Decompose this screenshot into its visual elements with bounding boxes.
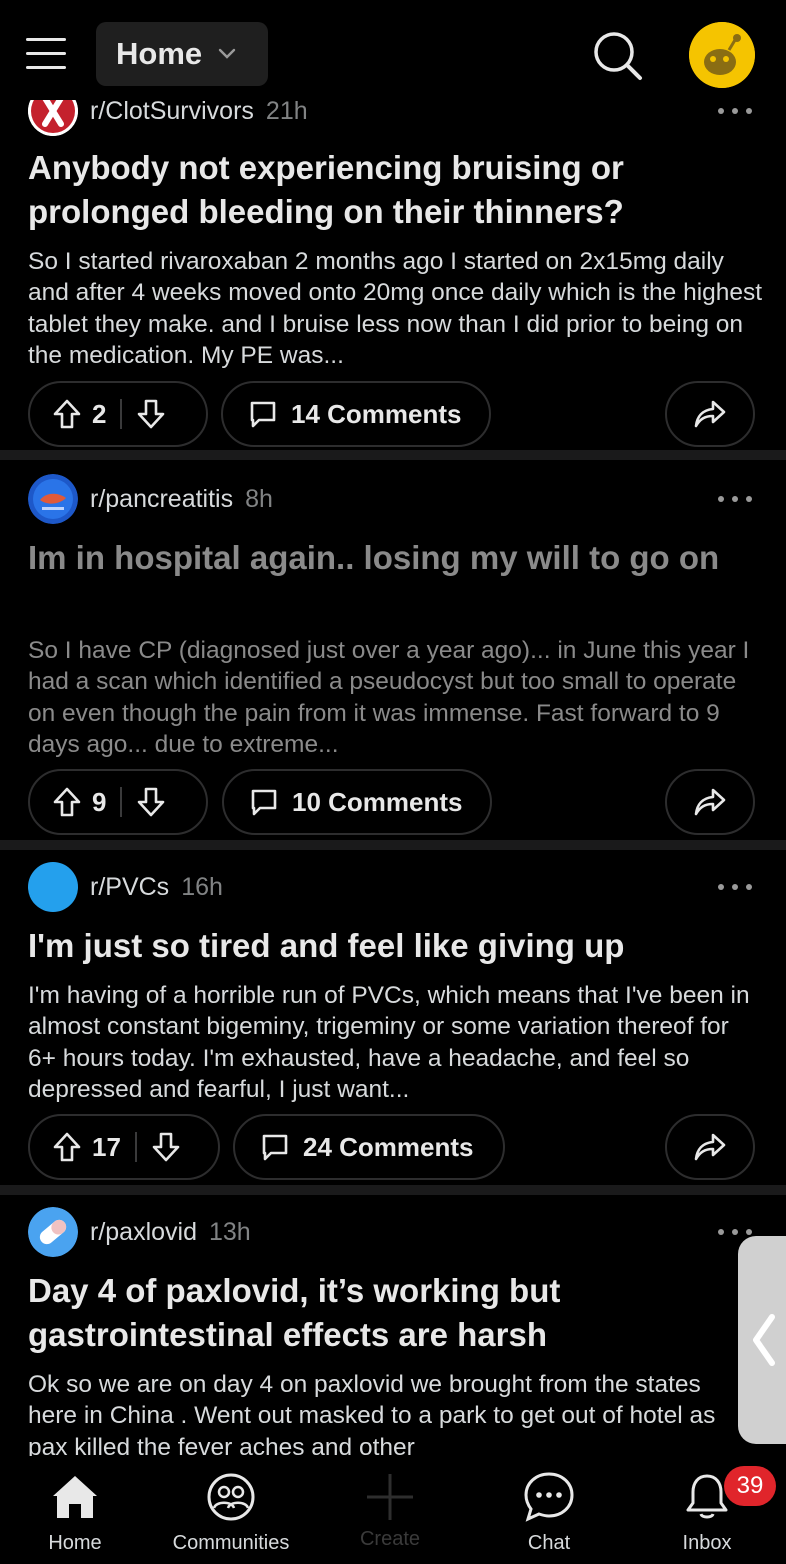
more-options-icon[interactable] [718, 877, 752, 897]
post-body[interactable]: So I have CP (diagnosed just over a year… [28, 635, 763, 761]
chevron-down-icon [218, 48, 236, 59]
post-body[interactable]: I'm having of a horrible run of PVCs, wh… [28, 980, 763, 1106]
comment-icon [250, 401, 276, 428]
share-icon [694, 788, 726, 816]
post-meta: r/pancreatitis 8h [28, 474, 273, 524]
feed-selector-label: Home [116, 36, 203, 71]
post-time: 8h [245, 484, 273, 513]
subreddit-name[interactable]: r/pancreatitis [90, 485, 233, 514]
tab-label: Inbox [682, 1532, 732, 1554]
post-card[interactable]: r/ClotSurvivors 21h Anybody not experien… [0, 86, 786, 460]
vote-bar: 2 [28, 381, 208, 447]
menu-icon[interactable] [26, 38, 66, 70]
more-options-icon[interactable] [718, 101, 752, 121]
share-icon [694, 1133, 726, 1161]
comments-button[interactable]: 14 Comments [221, 381, 491, 447]
post-title[interactable]: Anybody not experiencing bruising or pro… [28, 146, 758, 234]
subreddit-name[interactable]: r/ClotSurvivors [90, 97, 254, 126]
tab-label: Chat [527, 1532, 571, 1554]
post-card[interactable]: r/pancreatitis 8h Im in hospital again..… [0, 460, 786, 850]
vote-bar: 9 [28, 769, 208, 835]
communities-icon [207, 1473, 255, 1521]
share-button[interactable] [665, 381, 755, 447]
inbox-badge: 39 [724, 1466, 776, 1506]
tab-home[interactable]: Home [0, 1470, 150, 1560]
vote-divider [120, 399, 123, 429]
comment-count: 24 Comments [303, 1131, 474, 1162]
comment-icon [262, 1134, 288, 1161]
upvote-icon[interactable] [52, 398, 82, 430]
subreddit-icon[interactable] [28, 474, 78, 524]
upvote-icon[interactable] [52, 1131, 82, 1163]
post-body[interactable]: Ok so we are on day 4 on paxlovid we bro… [28, 1369, 728, 1463]
tab-create[interactable]: Create [315, 1470, 465, 1560]
post-time: 13h [209, 1217, 251, 1246]
downvote-icon[interactable] [136, 786, 166, 818]
plus-icon [367, 1474, 413, 1520]
chat-icon [524, 1472, 574, 1522]
subreddit-name[interactable]: r/PVCs [90, 873, 169, 902]
share-button[interactable] [665, 1114, 755, 1180]
bottom-tab-bar: Home Communities Create Chat Inbox 39 [0, 1456, 786, 1564]
chevron-left-icon [753, 1314, 775, 1366]
tab-label: Create [359, 1528, 421, 1550]
more-options-icon[interactable] [718, 489, 752, 509]
post-body[interactable]: So I started rivaroxaban 2 months ago I … [28, 246, 763, 372]
post-title[interactable]: Im in hospital again.. losing my will to… [28, 536, 758, 580]
comments-button[interactable]: 10 Comments [222, 769, 492, 835]
share-icon [694, 400, 726, 428]
downvote-icon[interactable] [136, 398, 166, 430]
post-time: 21h [265, 96, 308, 125]
post-card[interactable]: r/paxlovid 13h Day 4 of paxlovid, it’s w… [0, 1195, 786, 1465]
post-time: 16h [181, 872, 223, 901]
post-title[interactable]: I'm just so tired and feel like giving u… [28, 924, 758, 968]
avatar[interactable] [689, 22, 755, 88]
tab-communities[interactable]: Communities [156, 1470, 306, 1560]
top-bar: Home [0, 0, 786, 100]
vote-divider [134, 1132, 137, 1162]
post-meta: r/paxlovid 13h [28, 1207, 251, 1257]
home-icon [53, 1476, 97, 1518]
vote-bar: 17 [28, 1114, 220, 1180]
tab-label: Communities [172, 1532, 290, 1554]
post-card[interactable]: r/PVCs 16h I'm just so tired and feel li… [0, 850, 786, 1195]
upvote-icon[interactable] [52, 786, 82, 818]
comments-button[interactable]: 24 Comments [233, 1114, 505, 1180]
tab-label: Home [48, 1532, 102, 1554]
post-meta: r/PVCs 16h [28, 862, 223, 912]
downvote-icon[interactable] [151, 1131, 181, 1163]
vote-divider [120, 787, 123, 817]
side-drawer-handle[interactable] [738, 1236, 786, 1444]
comment-icon [251, 789, 277, 816]
vote-count: 9 [92, 786, 107, 817]
share-button[interactable] [665, 769, 755, 835]
subreddit-icon[interactable] [28, 1207, 78, 1257]
post-title[interactable]: Day 4 of paxlovid, it’s working but gast… [28, 1269, 708, 1357]
vote-count: 17 [92, 1131, 121, 1162]
subreddit-name[interactable]: r/paxlovid [90, 1218, 197, 1247]
comment-count: 10 Comments [292, 786, 463, 817]
tab-chat[interactable]: Chat [474, 1470, 624, 1560]
search-icon[interactable] [590, 28, 644, 82]
subreddit-icon[interactable] [28, 862, 78, 912]
comment-count: 14 Comments [291, 398, 462, 429]
feed-selector[interactable]: Home [96, 22, 268, 86]
vote-count: 2 [92, 398, 107, 429]
